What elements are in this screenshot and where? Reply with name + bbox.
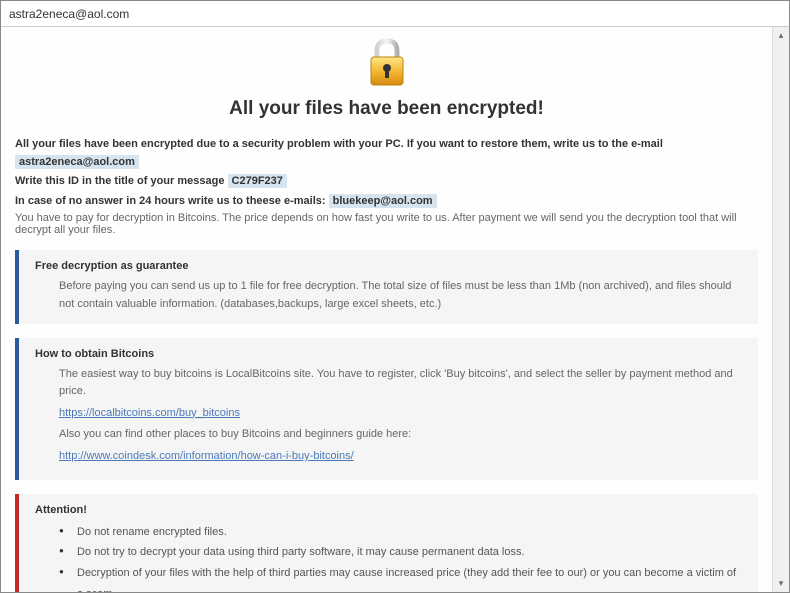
intro-prefix-3: In case of no answer in 24 hours write u… [15,195,326,207]
intro-line-1: All your files have been encrypted due t… [15,136,758,171]
section-attention: Attention! Do not rename encrypted files… [15,494,758,592]
titlebar[interactable]: astra2eneca@aol.com [1,1,789,27]
intro-line-3: In case of no answer in 24 hours write u… [15,193,758,211]
bitcoins-link-1[interactable]: https://localbitcoins.com/buy_bitcoins [59,407,240,419]
intro-prefix-1: All your files have been encrypted due t… [15,138,663,150]
list-item: Decryption of your files with the help o… [59,563,744,592]
victim-id: C279F237 [228,174,287,188]
bitcoins-line-2: Also you can find other places to buy Bi… [59,426,744,444]
contact-email-1: astra2eneca@aol.com [15,155,139,169]
section-free-decryption: Free decryption as guarantee Before payi… [15,250,758,323]
scroll-up-icon[interactable]: ▴ [773,27,789,44]
lock-container [15,37,758,92]
main-heading: All your files have been encrypted! [15,98,758,120]
ransom-window: astra2eneca@aol.com [0,0,790,593]
payment-note: You have to pay for decryption in Bitcoi… [15,212,758,236]
section-attention-title: Attention! [35,504,744,516]
list-item: Do not rename encrypted files. [59,522,744,543]
section-obtain-bitcoins: How to obtain Bitcoins The easiest way t… [15,338,758,480]
scroll-down-icon[interactable]: ▾ [773,575,789,592]
content-area: All your files have been encrypted! All … [1,27,772,592]
section-bitcoins-body: The easiest way to buy bitcoins is Local… [35,366,744,466]
bitcoins-link-2[interactable]: http://www.coindesk.com/information/how-… [59,450,354,462]
attention-list: Do not rename encrypted files. Do not tr… [35,522,744,592]
bitcoins-line-1: The easiest way to buy bitcoins is Local… [59,366,744,401]
section-free-body: Before paying you can send us up to 1 fi… [35,278,744,313]
intro-prefix-2: Write this ID in the title of your messa… [15,175,224,187]
lock-icon [363,37,411,89]
section-bitcoins-title: How to obtain Bitcoins [35,348,744,360]
content-wrapper: All your files have been encrypted! All … [1,27,789,592]
contact-email-2: bluekeep@aol.com [329,194,437,208]
window-title: astra2eneca@aol.com [9,7,129,21]
section-free-title: Free decryption as guarantee [35,260,744,272]
intro-line-2: Write this ID in the title of your messa… [15,173,758,191]
list-item: Do not try to decrypt your data using th… [59,542,744,563]
vertical-scrollbar[interactable]: ▴ ▾ [772,27,789,592]
